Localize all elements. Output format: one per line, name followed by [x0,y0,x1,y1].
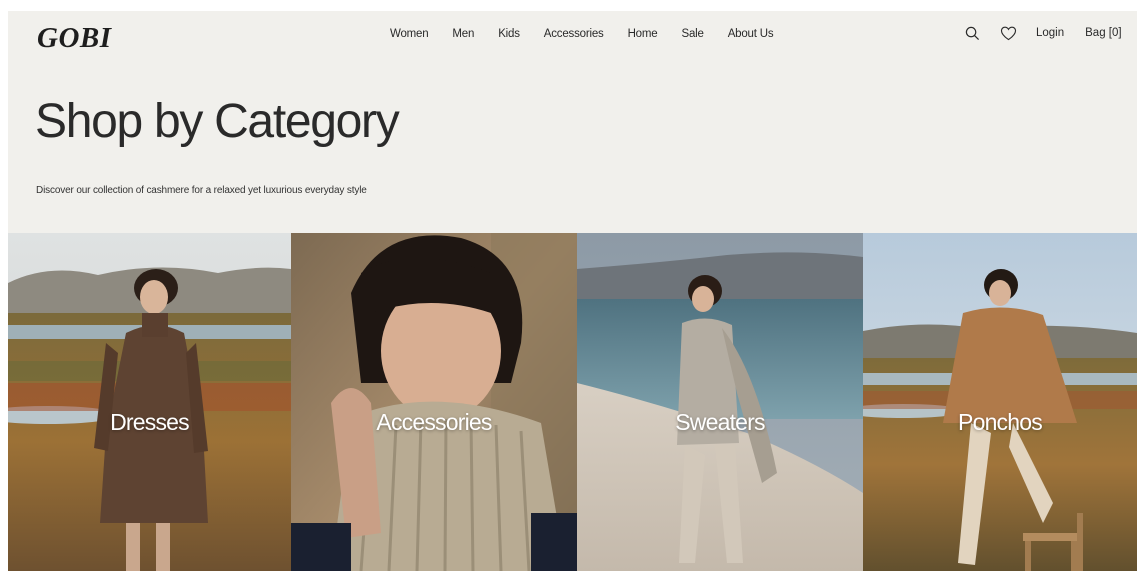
main-nav: Women Men Kids Accessories Home Sale Abo… [390,28,797,40]
ponchos-image [863,233,1137,571]
page-subtitle: Discover our collection of cashmere for … [36,185,367,196]
category-label-dresses: Dresses [110,409,190,435]
category-tile-sweaters[interactable]: Sweaters [577,233,863,571]
page-title: Shop by Category [35,95,400,148]
category-tile-ponchos[interactable]: Ponchos [863,233,1137,571]
brand-logo[interactable]: GOBI [37,22,112,55]
category-label-sweaters: Sweaters [675,409,765,435]
category-tile-dresses[interactable]: Dresses [8,233,291,571]
nav-item-men[interactable]: Men [452,28,474,40]
nav-item-about-us[interactable]: About Us [728,28,774,40]
search-icon[interactable] [963,24,981,42]
nav-item-accessories[interactable]: Accessories [544,28,604,40]
category-label-accessories: Accessories [376,409,492,435]
sweaters-image [577,233,863,571]
heart-icon[interactable] [999,24,1017,42]
accessories-image [291,233,577,571]
nav-item-home[interactable]: Home [628,28,658,40]
category-tile-accessories[interactable]: Accessories [291,233,577,571]
nav-item-sale[interactable]: Sale [681,28,703,40]
category-grid: Dresses Accessories Sweaters Ponchos [8,233,1137,571]
login-link[interactable]: Login [1036,27,1064,39]
bag-link[interactable]: Bag [0] [1085,27,1121,39]
nav-item-kids[interactable]: Kids [498,28,520,40]
dresses-image [8,233,291,571]
page: GOBI Women Men Kids Accessories Home Sal… [8,11,1137,571]
header-actions: Login Bag [0] [963,24,1122,42]
category-label-ponchos: Ponchos [958,409,1043,435]
nav-item-women[interactable]: Women [390,28,429,40]
